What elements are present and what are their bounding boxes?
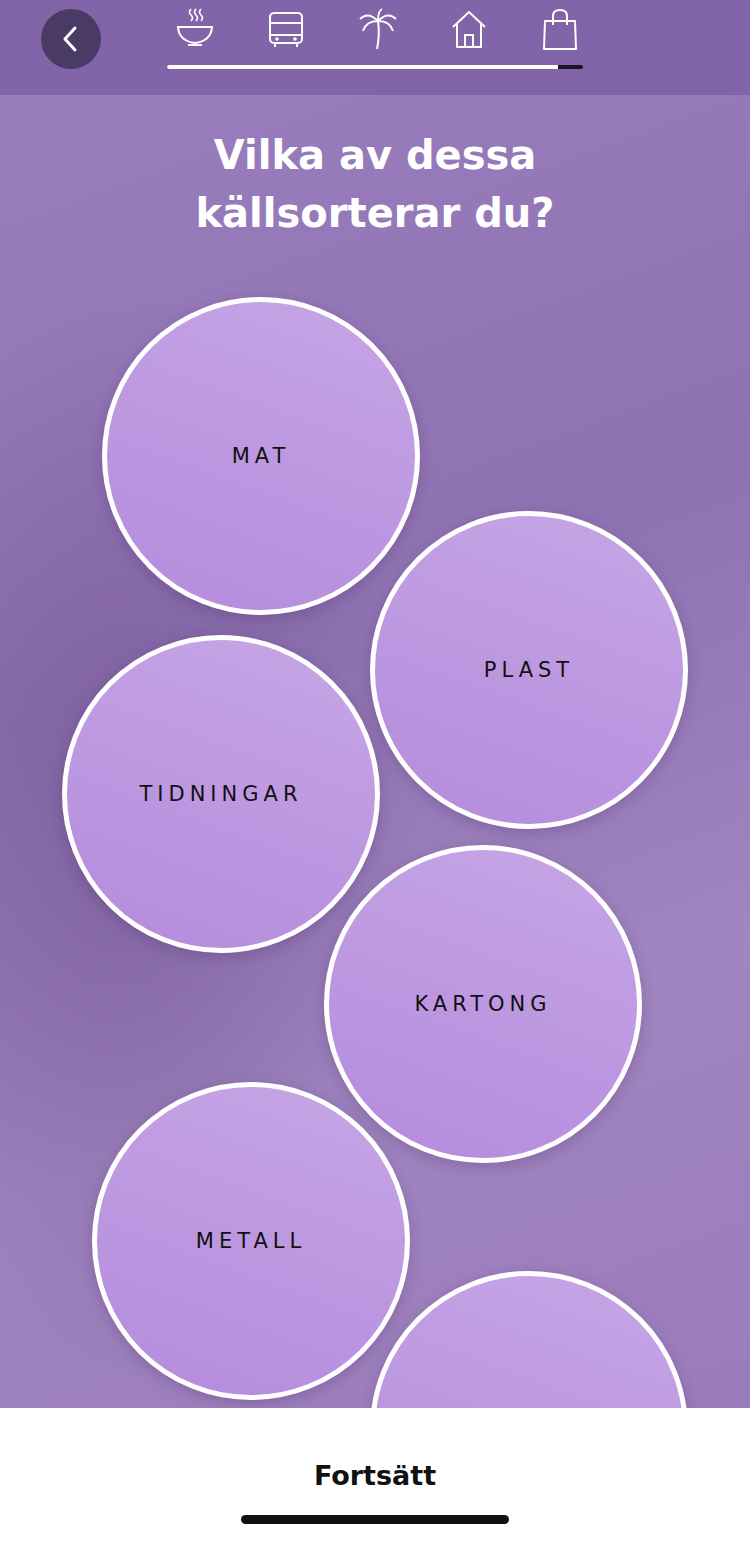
category-nav bbox=[167, 9, 583, 69]
chevron-left-icon bbox=[60, 24, 82, 54]
option-label: METALL bbox=[186, 1229, 316, 1253]
top-bar bbox=[0, 0, 750, 95]
option-bubble[interactable]: METALL bbox=[92, 1082, 410, 1400]
option-label: TIDNINGAR bbox=[129, 782, 312, 806]
progress-fill bbox=[167, 65, 558, 69]
option-bubble[interactable]: PLAST bbox=[370, 511, 688, 829]
continue-button[interactable]: Fortsätt bbox=[294, 1460, 456, 1491]
palm-tree-icon[interactable] bbox=[358, 7, 398, 51]
progress-track bbox=[167, 65, 583, 69]
footer: Fortsätt bbox=[0, 1408, 750, 1548]
option-label: PLAST bbox=[474, 658, 584, 682]
bus-icon[interactable] bbox=[266, 7, 306, 51]
home-indicator bbox=[241, 1515, 509, 1524]
option-label: KARTONG bbox=[404, 992, 561, 1016]
house-icon[interactable] bbox=[449, 7, 489, 51]
question-title: Vilka av dessa källsorterar du? bbox=[0, 95, 750, 242]
option-bubble[interactable]: TIDNINGAR bbox=[62, 635, 380, 953]
back-button[interactable] bbox=[41, 9, 101, 69]
option-label: MAT bbox=[222, 444, 301, 468]
bowl-icon[interactable] bbox=[175, 7, 215, 51]
question-area: Vilka av dessa källsorterar du? MAT PLAST… bbox=[0, 95, 750, 1408]
shopping-bag-icon[interactable] bbox=[540, 7, 580, 51]
option-bubble[interactable]: KARTONG bbox=[324, 845, 642, 1163]
option-bubble[interactable]: MAT bbox=[102, 297, 420, 615]
